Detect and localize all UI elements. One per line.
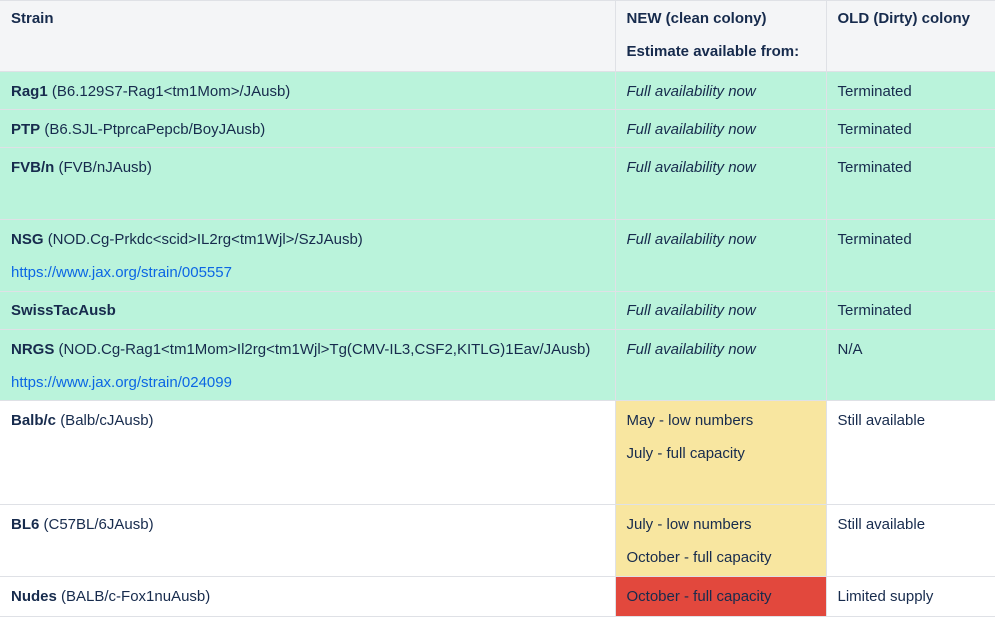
strain-name: NSG bbox=[11, 231, 44, 248]
header-strain: Strain bbox=[0, 0, 616, 72]
new-colony-cell: Full availability now bbox=[614, 71, 827, 110]
table-row: NRGS (NOD.Cg-Rag1<tm1Mom>Il2rg<tm1Wjl>Tg… bbox=[0, 329, 995, 401]
strain-name: BL6 bbox=[11, 516, 40, 533]
strain-detail: (C57BL/6JAusb) bbox=[43, 516, 154, 533]
strain-cell: FVB/n (FVB/nJAusb) bbox=[0, 147, 616, 220]
strain-name: Nudes bbox=[11, 588, 57, 605]
strain-link[interactable]: https://www.jax.org/strain/005557 bbox=[11, 263, 604, 283]
strain-name: Rag1 bbox=[11, 83, 48, 100]
old-colony-cell: N/A bbox=[825, 329, 995, 401]
strain-availability-table: Strain NEW (clean colony) Estimate avail… bbox=[0, 0, 995, 617]
strain-detail: (BALB/c-Fox1nuAusb) bbox=[61, 588, 211, 605]
new-colony-cell: Full availability now bbox=[614, 109, 827, 148]
new-colony-cell: October - full capacity bbox=[614, 576, 827, 617]
header-old-colony: OLD (Dirty) colony bbox=[825, 0, 995, 72]
old-colony-cell: Terminated bbox=[825, 219, 995, 292]
table-row: NSG (NOD.Cg-Prkdc<scid>IL2rg<tm1Wjl>/SzJ… bbox=[0, 219, 995, 292]
header-row: Strain NEW (clean colony) Estimate avail… bbox=[0, 0, 995, 72]
strain-detail: (B6.129S7-Rag1<tm1Mom>/JAusb) bbox=[51, 83, 291, 100]
strain-name: SwissTacAusb bbox=[11, 302, 116, 319]
strain-detail: (B6.SJL-PtprcaPepcb/BoyJAusb) bbox=[44, 121, 266, 138]
strain-cell: Balb/c (Balb/cJAusb) bbox=[0, 400, 616, 505]
strain-name: NRGS bbox=[11, 341, 55, 358]
strain-name: PTP bbox=[11, 121, 41, 138]
header-new-line2: Estimate available from: bbox=[626, 43, 800, 60]
header-new-colony: NEW (clean colony) Estimate available fr… bbox=[614, 0, 827, 72]
strain-cell: SwissTacAusb bbox=[0, 291, 616, 330]
strain-detail: (FVB/nJAusb) bbox=[58, 159, 152, 176]
old-colony-cell: Terminated bbox=[825, 109, 995, 148]
old-colony-cell: Still available bbox=[825, 504, 995, 577]
new-colony-cell: Full availability now bbox=[614, 329, 827, 401]
strain-name: Balb/c bbox=[11, 412, 57, 429]
new-colony-cell: July - low numbers October - full capaci… bbox=[614, 504, 827, 577]
strain-detail: (Balb/cJAusb) bbox=[60, 412, 154, 429]
table-row: FVB/n (FVB/nJAusb) Full availability now… bbox=[0, 147, 995, 220]
old-colony-cell: Terminated bbox=[825, 291, 995, 330]
header-new-line1: NEW (clean colony) bbox=[626, 10, 767, 27]
strain-cell: Nudes (BALB/c-Fox1nuAusb) bbox=[0, 576, 616, 617]
old-colony-cell: Limited supply bbox=[825, 576, 995, 617]
new-colony-cell: Full availability now bbox=[614, 219, 827, 292]
new-colony-cell: Full availability now bbox=[614, 147, 827, 220]
table-row: Nudes (BALB/c-Fox1nuAusb) October - full… bbox=[0, 576, 995, 617]
table-row: Balb/c (Balb/cJAusb) May - low numbers J… bbox=[0, 400, 995, 505]
table-row: PTP (B6.SJL-PtprcaPepcb/BoyJAusb) Full a… bbox=[0, 109, 995, 148]
strain-cell: BL6 (C57BL/6JAusb) bbox=[0, 504, 616, 577]
strain-link[interactable]: https://www.jax.org/strain/024099 bbox=[11, 373, 604, 393]
old-colony-cell: Terminated bbox=[825, 147, 995, 220]
strain-cell: PTP (B6.SJL-PtprcaPepcb/BoyJAusb) bbox=[0, 109, 616, 148]
table-row: SwissTacAusb Full availability now Termi… bbox=[0, 291, 995, 330]
strain-cell: NRGS (NOD.Cg-Rag1<tm1Mom>Il2rg<tm1Wjl>Tg… bbox=[0, 329, 616, 401]
strain-cell: NSG (NOD.Cg-Prkdc<scid>IL2rg<tm1Wjl>/SzJ… bbox=[0, 219, 616, 292]
table-row: Rag1 (B6.129S7-Rag1<tm1Mom>/JAusb) Full … bbox=[0, 71, 995, 110]
table-row: BL6 (C57BL/6JAusb) July - low numbers Oc… bbox=[0, 504, 995, 577]
new-colony-cell: Full availability now bbox=[614, 291, 827, 330]
strain-cell: Rag1 (B6.129S7-Rag1<tm1Mom>/JAusb) bbox=[0, 71, 616, 110]
strain-detail: (NOD.Cg-Rag1<tm1Mom>Il2rg<tm1Wjl>Tg(CMV-… bbox=[58, 341, 591, 358]
new-colony-cell: May - low numbers July - full capacity bbox=[614, 400, 827, 505]
old-colony-cell: Terminated bbox=[825, 71, 995, 110]
strain-detail: (NOD.Cg-Prkdc<scid>IL2rg<tm1Wjl>/SzJAusb… bbox=[47, 231, 363, 248]
strain-name: FVB/n bbox=[11, 159, 55, 176]
old-colony-cell: Still available bbox=[825, 400, 995, 505]
